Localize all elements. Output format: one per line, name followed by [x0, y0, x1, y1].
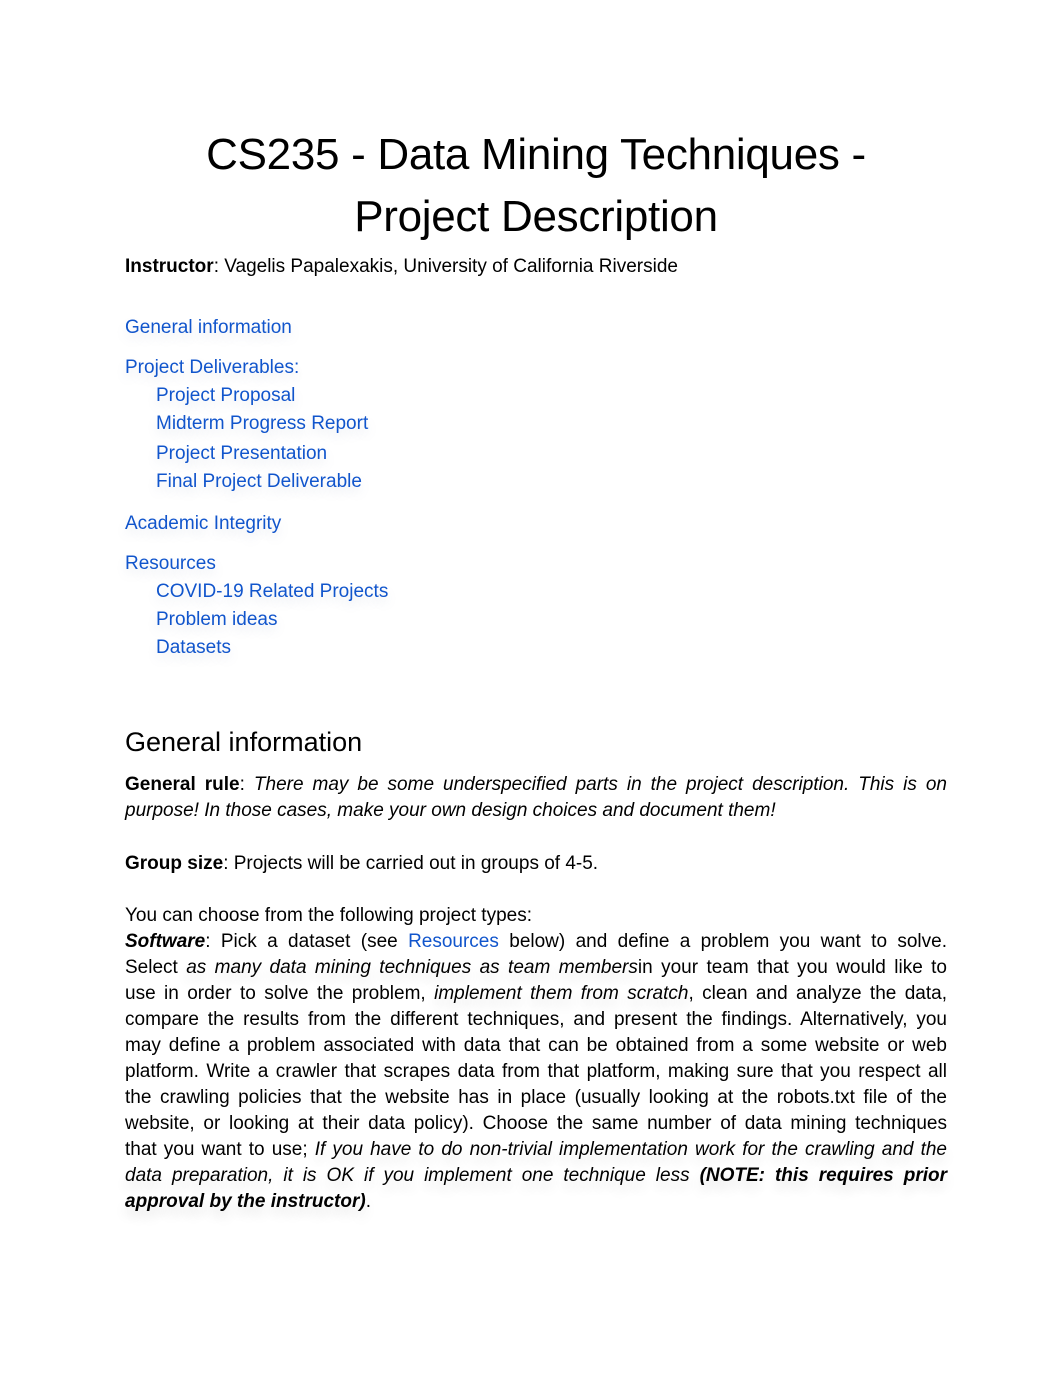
software-text-10-italic: data preparation, it is OK if you implem… [125, 1165, 700, 1186]
software-text-2b: in your team that you would like to [637, 957, 948, 978]
instructor-line: Instructor: Vagelis Papalexakis, Univers… [125, 255, 678, 279]
group-size-paragraph: Group size: Projects will be carried out… [125, 851, 947, 877]
instructor-label: Instructor [125, 256, 214, 277]
toc-link-resources[interactable]: Resources [125, 552, 216, 576]
software-text-2a: Select [125, 957, 187, 978]
software-text-2-italic: as many data mining techniques as team m… [186, 957, 638, 978]
software-text-3b: , clean and analyze the data, [688, 983, 947, 1004]
section-heading-general-information: General information [125, 727, 363, 757]
title-line-1: CS235 - Data Mining Techniques - [206, 130, 866, 179]
general-rule-paragraph: General rule: There may be some underspe… [125, 772, 947, 824]
software-text-3a: use in order to solve the problem, [125, 983, 435, 1004]
software-text-9a: that you want to use; [125, 1139, 315, 1160]
software-text-7: the crawling policies that the website h… [125, 1087, 947, 1108]
software-text-5: may define a problem associated with dat… [125, 1035, 947, 1056]
toc-link-project-presentation[interactable]: Project Presentation [156, 442, 327, 466]
group-size-label: Group size [125, 853, 224, 874]
project-types-intro: You can choose from the following projec… [125, 905, 532, 926]
toc-link-project-deliverables[interactable]: Project Deliverables: [125, 356, 299, 380]
project-types-paragraph: You can choose from the following projec… [125, 903, 947, 1215]
toc-link-datasets[interactable]: Datasets [156, 636, 231, 660]
general-rule-separator: : [239, 774, 254, 795]
software-note-1: (NOTE: this requires prior [699, 1165, 947, 1186]
toc-link-general-information[interactable]: General information [125, 316, 292, 340]
instructor-value: : Vagelis Papalexakis, University of Cal… [213, 256, 678, 277]
software-note-2: approval by the instructor) [125, 1191, 366, 1212]
software-text-6: platform. Write a crawler that scrapes d… [125, 1061, 947, 1082]
toc-link-midterm-progress-report[interactable]: Midterm Progress Report [156, 412, 368, 436]
document-page: { "document": { "title_line1": "CS235 - … [0, 0, 1062, 1377]
document-title: CS235 - Data Mining Techniques - Project… [125, 124, 947, 248]
software-text-11-end: . [365, 1191, 371, 1212]
general-rule-text-1: There may be some underspecified parts i… [253, 774, 947, 795]
resources-link[interactable]: Resources [408, 931, 499, 952]
toc-link-project-proposal[interactable]: Project Proposal [156, 384, 295, 408]
toc-link-covid-19-related-projects[interactable]: COVID-19 Related Projects [156, 580, 388, 604]
software-text-4: compare the results from the different t… [125, 1009, 947, 1030]
group-size-text: : Projects will be carried out in groups… [223, 853, 599, 874]
toc-link-final-project-deliverable[interactable]: Final Project Deliverable [156, 470, 362, 494]
general-rule-text-2: purpose! In those cases, make your own d… [125, 800, 776, 821]
toc-link-problem-ideas[interactable]: Problem ideas [156, 608, 277, 632]
software-text-9-italic: If you have to do non-trivial implementa… [314, 1139, 947, 1160]
toc-link-academic-integrity[interactable]: Academic Integrity [125, 512, 281, 536]
software-text-3-italic: implement them from scratch [434, 983, 689, 1004]
software-text-8: website, or looking at their data policy… [125, 1113, 947, 1134]
software-label: Software [125, 931, 206, 952]
general-rule-label: General rule [125, 774, 240, 795]
title-line-2: Project Description [354, 192, 718, 241]
software-text-1b: below) and define a problem you want to … [498, 931, 947, 952]
software-text-1a: : Pick a dataset (see [205, 931, 409, 952]
